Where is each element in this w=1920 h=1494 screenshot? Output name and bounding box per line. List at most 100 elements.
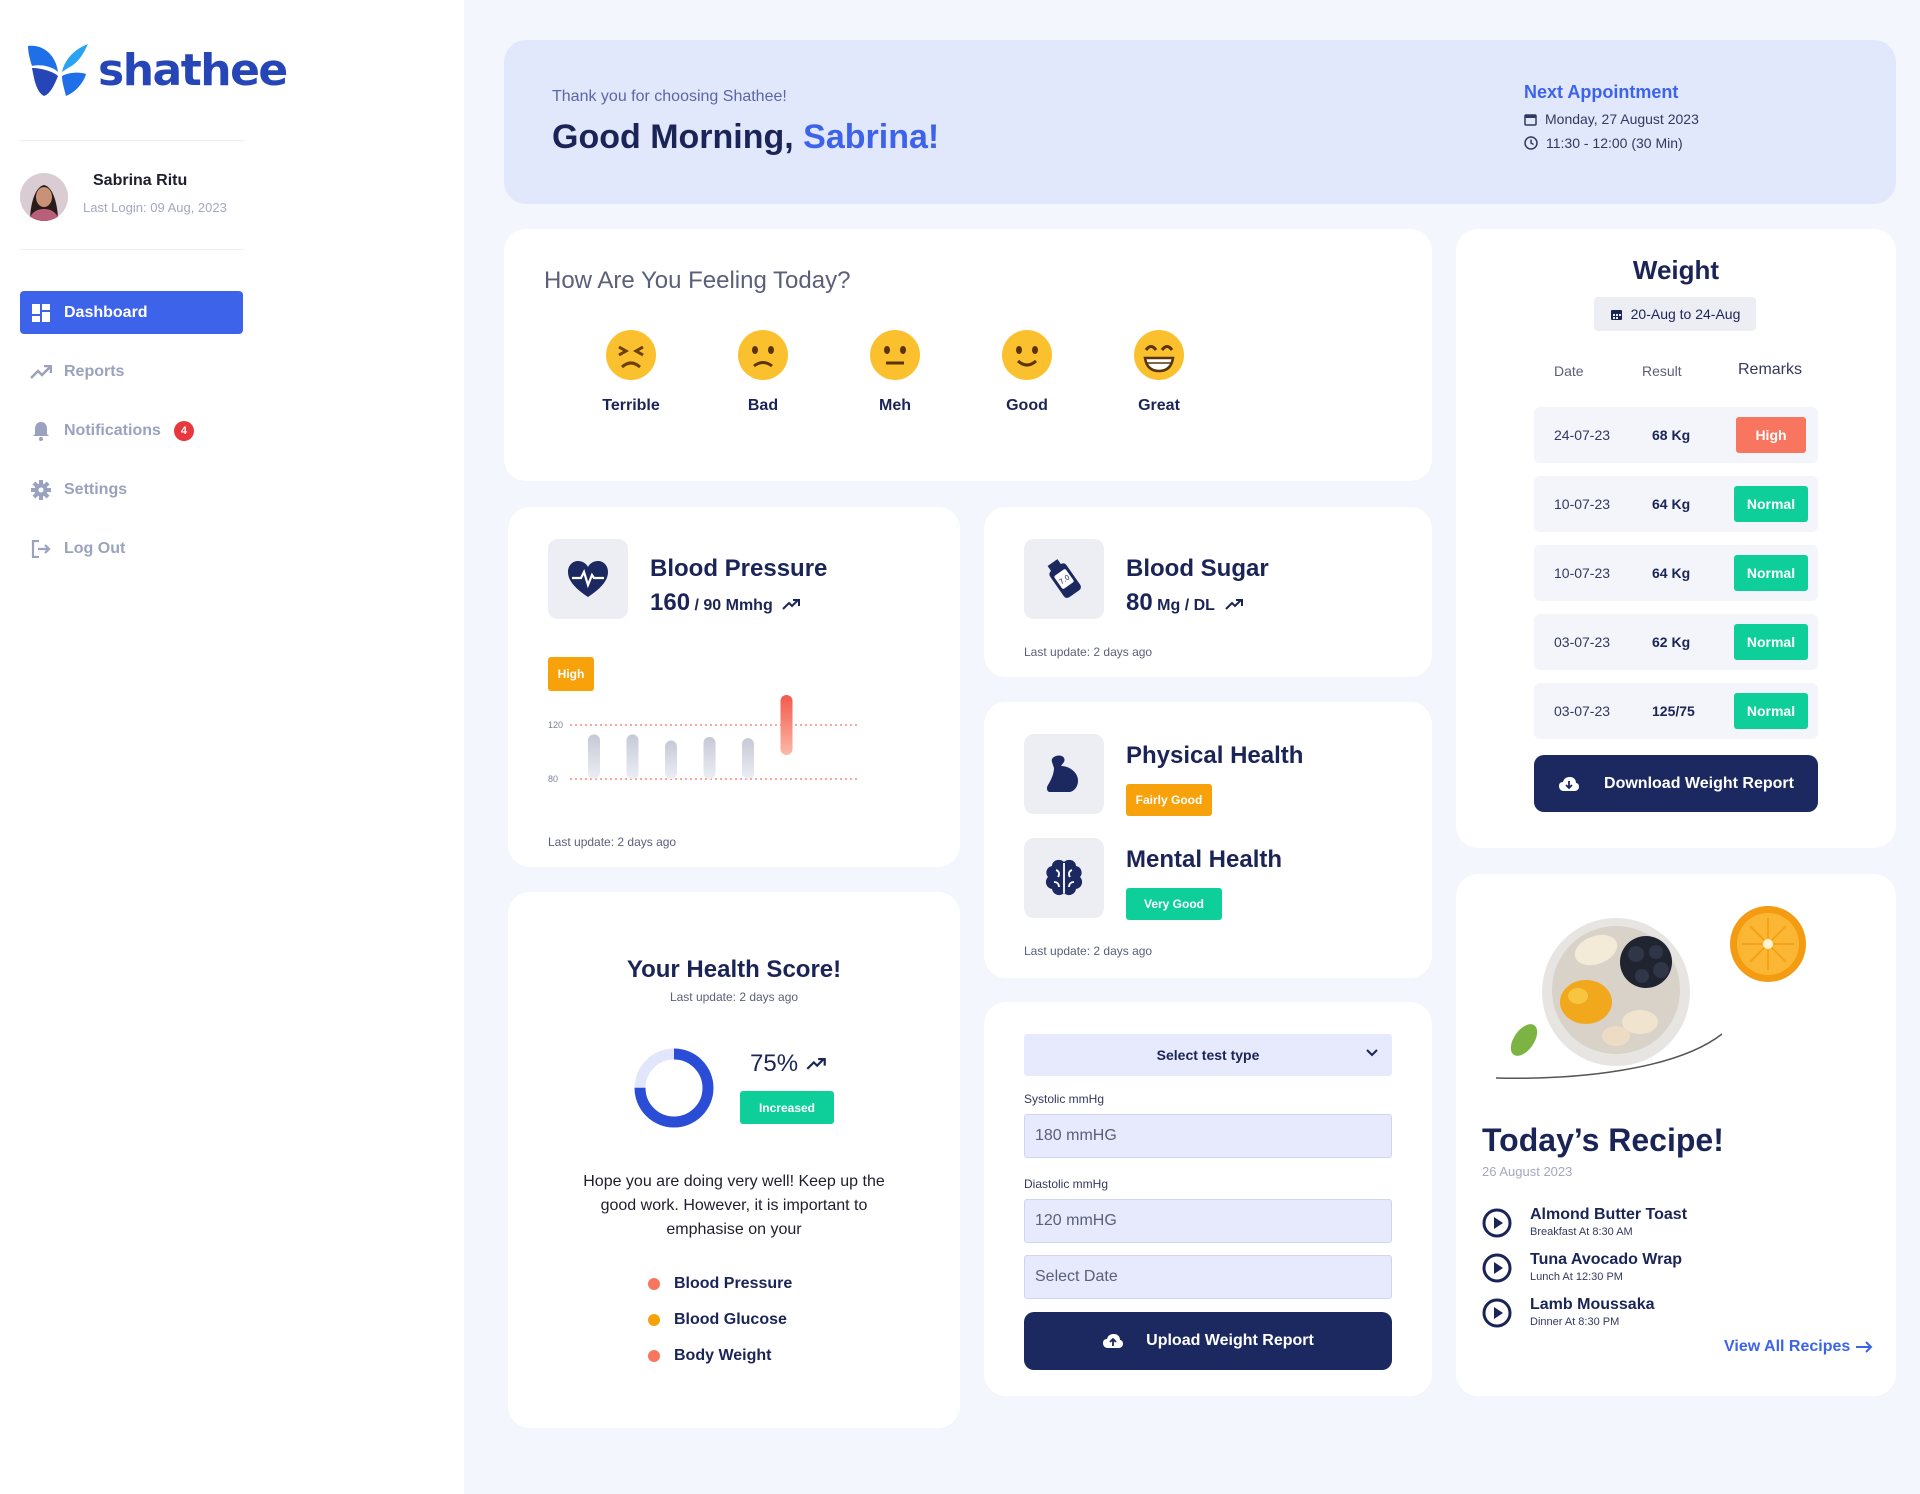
blood-pressure-value: 160 / 90 Mmhg [650, 589, 801, 617]
mood-label: Good [1006, 397, 1048, 414]
row-date: 24-07-23 [1554, 427, 1611, 443]
health-status-card[interactable]: Physical Health Fairly Good Mental Healt… [984, 702, 1432, 978]
table-row[interactable]: 10-07-23 64 Kg Normal [1534, 545, 1818, 601]
divider [20, 140, 244, 141]
health-score-card: Your Health Score! Last update: 2 days a… [508, 892, 960, 1428]
row-date: 10-07-23 [1554, 565, 1611, 581]
bullet-dot [648, 1314, 660, 1326]
blood-pressure-card[interactable]: Blood Pressure 160 / 90 Mmhg High 120 80 … [508, 507, 960, 867]
table-row[interactable]: 03-07-23 125/75 Normal [1534, 683, 1818, 739]
recipe-name: Almond Butter Toast [1530, 1206, 1688, 1223]
mood-label: Great [1138, 397, 1180, 414]
flexed-bicep-icon [1046, 755, 1078, 792]
list-item-label: Blood Pressure [674, 1275, 793, 1292]
health-score-percent: 75% [750, 1050, 826, 1078]
table-row[interactable]: 10-07-23 64 Kg Normal [1534, 476, 1818, 532]
list-item: Blood Glucose [648, 1302, 792, 1338]
column-header-result: Result [1642, 363, 1682, 379]
recipe-item[interactable]: Tuna Avocado Wrap Lunch At 12:30 PM [1482, 1251, 1682, 1283]
logo[interactable]: shathee [26, 42, 288, 98]
download-weight-report-button[interactable]: Download Weight Report [1534, 755, 1818, 812]
next-appointment[interactable]: Next Appointment Monday, 27 August 2023 … [1524, 82, 1699, 159]
cloud-upload-icon [1103, 1334, 1124, 1348]
glucose-meter-icon: 7.0 [1047, 559, 1081, 598]
welcome-banner: Thank you for choosing Shathee! Good Mor… [504, 40, 1896, 204]
greeting-text: Good Morning, [552, 118, 804, 156]
recipe-item[interactable]: Almond Butter Toast Breakfast At 8:30 AM [1482, 1206, 1687, 1238]
calendar-icon [1524, 113, 1537, 126]
mood-label: Bad [747, 397, 779, 414]
status-badge: Increased [740, 1091, 834, 1124]
last-update: Last update: 2 days ago [548, 835, 677, 849]
sidebar-item-label: Log Out [64, 539, 126, 557]
play-circle-icon [1482, 1253, 1512, 1283]
chevron-down-icon [1366, 1049, 1378, 1057]
sidebar-item-dashboard[interactable]: Dashboard [20, 291, 243, 334]
health-score-ring [634, 1048, 714, 1128]
remark-badge: Normal [1734, 486, 1808, 522]
date-input[interactable] [1024, 1255, 1392, 1299]
y-tick-label: 120 [548, 720, 563, 730]
row-result: 125/75 [1652, 703, 1695, 719]
mental-health-title: Mental Health [1126, 846, 1283, 873]
score-value: 75% [750, 1050, 799, 1077]
date-range-picker[interactable]: 20-Aug to 24-Aug [1594, 297, 1756, 331]
feeling-title: How Are You Feeling Today? [544, 267, 851, 294]
diastolic-label: Diastolic mmHg [1024, 1177, 1109, 1191]
button-label: Upload Weight Report [1146, 1332, 1314, 1349]
mood-options: Terrible Bad Meh Good Great [584, 329, 1244, 415]
thanks-text: Thank you for choosing Shathee! [552, 88, 787, 105]
health-score-title: Your Health Score! [626, 956, 842, 983]
trending-up-icon [1224, 599, 1243, 610]
upload-weight-report-button[interactable]: Upload Weight Report [1024, 1312, 1392, 1370]
diastolic-input[interactable] [1024, 1199, 1392, 1243]
sidebar-item-reports[interactable]: Reports [20, 350, 243, 393]
appointment-time-row: 11:30 - 12:00 (30 Min) [1524, 135, 1699, 151]
user-profile[interactable]: Sabrina Ritu Last Login: 09 Aug, 2023 [20, 172, 250, 222]
weight-card: Weight 20-Aug to 24-Aug Date Result Rema… [1456, 229, 1896, 848]
trending-up-icon [30, 361, 52, 383]
sidebar-item-label: Dashboard [64, 303, 148, 321]
table-row[interactable]: 03-07-23 62 Kg Normal [1534, 614, 1818, 670]
systolic-input[interactable] [1024, 1114, 1392, 1158]
appointment-title: Next Appointment [1524, 82, 1679, 102]
button-label: Download Weight Report [1604, 774, 1794, 792]
bell-icon [30, 420, 52, 442]
test-type-select[interactable]: Select test type [1024, 1034, 1392, 1076]
sidebar-nav: Dashboard Reports Notifications 4 Settin… [20, 291, 243, 586]
upload-report-card: Select test type Systolic mmHg Diastolic… [984, 1002, 1432, 1396]
view-all-recipes-link[interactable]: View All Recipes [1724, 1338, 1873, 1356]
physical-icon-box [1024, 734, 1104, 814]
recipe-item-text: Lamb Moussaka Dinner At 8:30 PM [1530, 1296, 1654, 1328]
blood-sugar-number: 80 [1126, 589, 1153, 616]
clock-icon [1524, 136, 1538, 150]
appointment-date-row: Monday, 27 August 2023 [1524, 111, 1699, 127]
bar [742, 738, 754, 779]
list-item-label: Blood Glucose [674, 1311, 787, 1328]
butterfly-logo-icon [28, 44, 88, 96]
recipe-title: Today’s Recipe! [1482, 1122, 1724, 1158]
sidebar: shathee Sabrina Ritu Last Login: 09 Aug,… [0, 0, 464, 1494]
table-row[interactable]: 24-07-23 68 Kg High [1534, 407, 1818, 463]
avatar [20, 173, 68, 221]
greeting-name: Sabrina! [803, 118, 940, 156]
neutral-face-icon [870, 330, 920, 380]
sidebar-item-notifications[interactable]: Notifications 4 [20, 409, 243, 452]
mood-great[interactable]: Great [1074, 329, 1244, 415]
sidebar-item-logout[interactable]: Log Out [20, 527, 243, 570]
logout-icon [30, 538, 52, 560]
food-bowl-illustration [1496, 906, 1806, 1079]
blood-sugar-icon-box: 7.0 [1024, 539, 1104, 619]
blood-sugar-card[interactable]: 7.0 Blood Sugar 80 Mg / DL Last update: … [984, 507, 1432, 677]
recipe-time: Lunch At 12:30 PM [1530, 1271, 1623, 1283]
status-badge: Fairly Good [1126, 784, 1212, 816]
row-result: 68 Kg [1652, 427, 1691, 443]
column-header-date: Date [1554, 363, 1584, 379]
recipe-item[interactable]: Lamb Moussaka Dinner At 8:30 PM [1482, 1296, 1654, 1328]
play-circle-icon [1482, 1208, 1512, 1238]
bar [588, 734, 600, 779]
notification-count-badge: 4 [173, 420, 195, 441]
remark-badge: High [1736, 417, 1806, 453]
sidebar-item-settings[interactable]: Settings [20, 468, 243, 511]
weight-title: Weight [1632, 255, 1720, 285]
